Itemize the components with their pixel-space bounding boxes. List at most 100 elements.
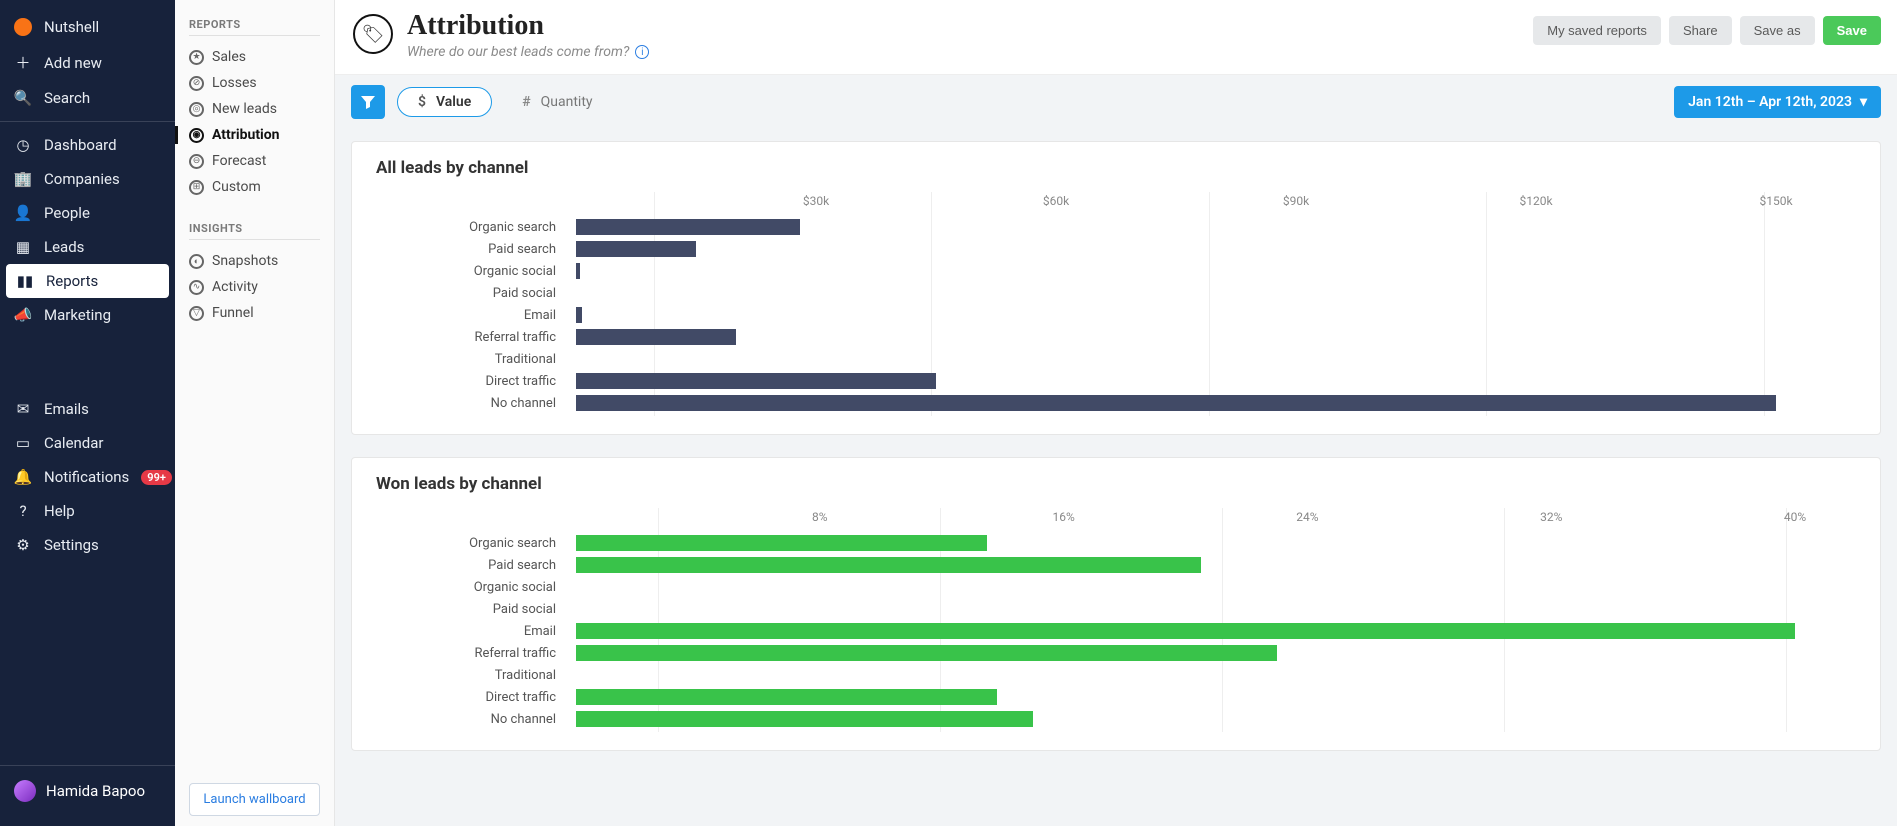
bar-row: Direct traffic [576, 686, 1856, 708]
panel-item-label: Forecast [212, 153, 266, 169]
bar-area [576, 395, 1856, 411]
bar-area [576, 241, 1856, 257]
bar-area [576, 351, 1856, 367]
bar[interactable] [576, 219, 800, 235]
nav-companies[interactable]: 🏢 Companies [0, 162, 175, 196]
panel-item-snapshots[interactable]: ◐ Snapshots [189, 248, 320, 274]
bar[interactable] [576, 711, 1033, 727]
panel-item-custom[interactable]: ⊞ Custom [189, 174, 320, 200]
bar-area [576, 689, 1856, 705]
quantity-toggle[interactable]: # Quantity [502, 88, 612, 116]
chart-title: All leads by channel [376, 158, 1856, 178]
bar-label: Email [376, 624, 566, 639]
date-range-button[interactable]: Jan 12th – Apr 12th, 2023 ▾ [1674, 86, 1881, 118]
bar-row: Direct traffic [576, 370, 1856, 392]
nav-item-label: Emails [44, 400, 89, 418]
info-icon[interactable]: i [635, 45, 649, 59]
launch-wallboard-button[interactable]: Launch wallboard [189, 783, 320, 816]
nav-emails[interactable]: ✉ Emails [0, 392, 175, 426]
axis-ticks: 8%16%24%32%40% [576, 510, 1856, 530]
bar-area [576, 535, 1856, 551]
bar-row: Organic social [576, 576, 1856, 598]
tag-icon: 🏷 [353, 14, 393, 54]
search-button[interactable]: 🔍 Search [0, 81, 175, 115]
nav-item-label: Companies [44, 170, 120, 188]
axis-tick-label: $30k [803, 194, 829, 208]
panel-item-activity[interactable]: ∿ Activity [189, 274, 320, 300]
bar-label: Paid social [376, 286, 566, 301]
nav-reports[interactable]: ▮▮ Reports [6, 264, 169, 298]
brand[interactable]: Nutshell [0, 10, 175, 44]
dash-circle-icon: ⊖ [189, 154, 204, 169]
save-button[interactable]: Save [1823, 16, 1881, 45]
building-icon: 🏢 [14, 170, 32, 188]
axis-tick-label: 16% [1052, 510, 1074, 524]
bar-area [576, 285, 1856, 301]
bar-row: No channel [576, 392, 1856, 414]
nav-user[interactable]: Hamida Bapoo [0, 765, 175, 816]
panel-item-sales[interactable]: ★ Sales [189, 44, 320, 70]
nav-notifications[interactable]: 🔔 Notifications 99+ [0, 460, 175, 494]
nav-item-label: People [44, 204, 90, 222]
panel-item-forecast[interactable]: ⊖ Forecast [189, 148, 320, 174]
nav-settings[interactable]: ⚙ Settings [0, 528, 175, 562]
bar[interactable] [576, 241, 696, 257]
dot-circle-icon: ◉ [189, 128, 204, 143]
bar-label: Email [376, 308, 566, 323]
bar-label: Organic social [376, 580, 566, 595]
page-header: 🏷 Attribution Where do our best leads co… [335, 0, 1897, 75]
avatar [14, 780, 36, 802]
nav-calendar[interactable]: ▭ Calendar [0, 426, 175, 460]
help-icon: ? [14, 502, 32, 520]
panel-heading-insights: INSIGHTS [189, 222, 320, 240]
bar-label: Paid social [376, 602, 566, 617]
bar[interactable] [576, 373, 936, 389]
share-button[interactable]: Share [1669, 16, 1732, 45]
bar-row: Referral traffic [576, 642, 1856, 664]
add-new-label: Add new [44, 54, 102, 72]
axis-ticks: $30k$60k$90k$120k$150k [576, 194, 1856, 214]
nav-leads[interactable]: ▦ Leads [0, 230, 175, 264]
bar[interactable] [576, 263, 580, 279]
date-range-label: Jan 12th – Apr 12th, 2023 [1688, 94, 1852, 110]
panel-item-losses[interactable]: ⊘ Losses [189, 70, 320, 96]
panel-item-newleads[interactable]: ◎ New leads [189, 96, 320, 122]
bar[interactable] [576, 395, 1776, 411]
save-as-button[interactable]: Save as [1740, 16, 1815, 45]
value-toggle[interactable]: $ Value [397, 87, 492, 117]
bar-row: Traditional [576, 348, 1856, 370]
chart-area: 8%16%24%32%40%Organic searchPaid searchO… [376, 510, 1856, 730]
add-new-button[interactable]: ＋ Add new [0, 44, 175, 81]
gauge-icon: ◷ [14, 136, 32, 154]
bar-label: No channel [376, 396, 566, 411]
nav-people[interactable]: 👤 People [0, 196, 175, 230]
main-nav: Nutshell ＋ Add new 🔍 Search ◷ Dashboard … [0, 0, 175, 826]
panel-heading-reports: REPORTS [189, 18, 320, 36]
launch-label: Launch wallboard [203, 792, 305, 807]
bar-row: No channel [576, 708, 1856, 730]
panel-item-label: Attribution [212, 127, 280, 143]
search-label: Search [44, 89, 90, 107]
bar-row: Organic social [576, 260, 1856, 282]
nav-help[interactable]: ? Help [0, 494, 175, 528]
filter-button[interactable] [351, 85, 385, 119]
bar[interactable] [576, 645, 1277, 661]
bar[interactable] [576, 307, 582, 323]
bar-label: Organic search [376, 536, 566, 551]
bar-row: Paid social [576, 282, 1856, 304]
bar-area [576, 373, 1856, 389]
nav-dashboard[interactable]: ◷ Dashboard [0, 128, 175, 162]
notifications-badge: 99+ [141, 470, 172, 485]
bar-area [576, 711, 1856, 727]
bar[interactable] [576, 557, 1201, 573]
bar[interactable] [576, 535, 987, 551]
panel-item-funnel[interactable]: ▽ Funnel [189, 300, 320, 326]
bar[interactable] [576, 623, 1795, 639]
my-saved-reports-button[interactable]: My saved reports [1533, 16, 1661, 45]
bar[interactable] [576, 689, 997, 705]
panel-item-label: Custom [212, 179, 261, 195]
panel-item-attribution[interactable]: ◉ Attribution [189, 122, 320, 148]
nav-divider [0, 121, 175, 122]
bar[interactable] [576, 329, 736, 345]
nav-marketing[interactable]: 📣 Marketing [0, 298, 175, 332]
